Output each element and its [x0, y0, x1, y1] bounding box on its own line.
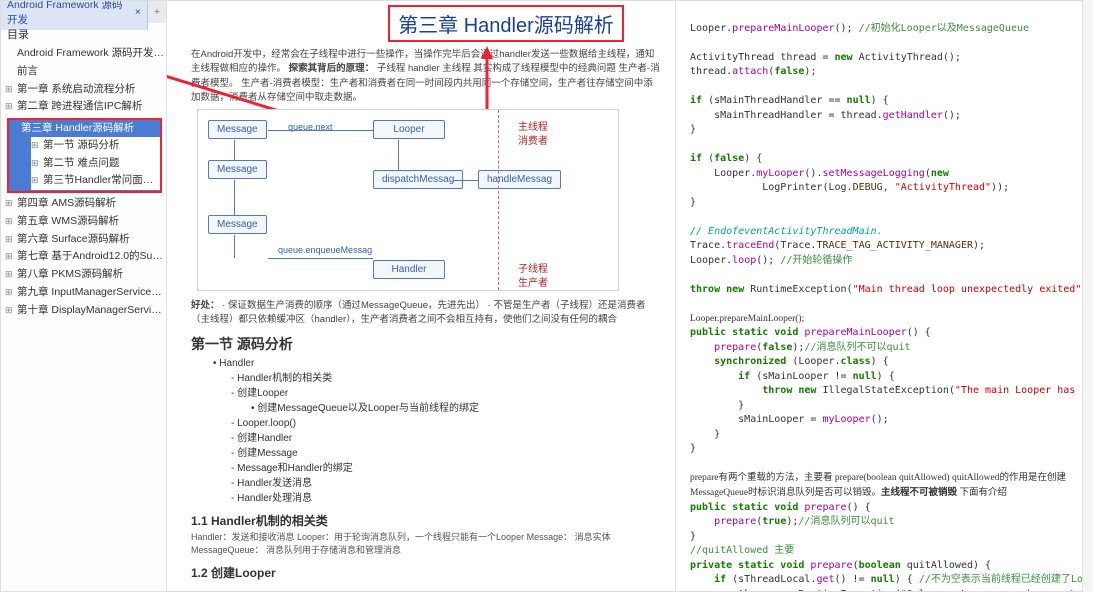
toc-item[interactable]: 第四章 AMS源码解析 [5, 195, 166, 213]
toc-item[interactable]: 第九章 InputManagerService源码解析 [5, 284, 166, 302]
toc-item[interactable]: 前言 [5, 63, 166, 81]
section-title: 第一节 源码分析 [191, 334, 661, 354]
toc-item[interactable]: 第十章 DisplayManagerService源码解析 [5, 302, 166, 320]
toc-subitem[interactable]: 第一节 源码分析 [31, 137, 160, 155]
new-tab-button[interactable]: + [148, 6, 166, 18]
subheading-11-desc: Handler：发送和接收消息 Looper：用于轮询消息队列，一个线程只能有一… [191, 531, 661, 558]
diagram-label-mainthread: 主线程 [518, 118, 548, 133]
toc-item[interactable]: 第七章 基于Android12.0的SurfaceFlinger源 [5, 248, 166, 266]
diagram: Message Message Message Looper dispatchM… [197, 109, 619, 291]
diagram-box-handlemsg: handleMessag [478, 170, 561, 189]
toc-title: 目录 [1, 23, 166, 45]
diagram-box-looper: Looper [373, 120, 445, 139]
doc-panel: 第三章 Handler源码解析 在Android开发中，经常会在子线程中进行一些… [167, 1, 676, 591]
diagram-box-dispatch: dispatchMessag [373, 170, 463, 189]
sidebar: Android Framework 源码开发 × + 目录 Android Fr… [1, 1, 167, 591]
page-title: 第三章 Handler源码解析 [388, 5, 624, 42]
close-icon[interactable]: × [135, 6, 141, 18]
diagram-label-consumer: 消费者 [518, 132, 548, 147]
code-note-2: prepare有两个重载的方法，主要看 prepare(boolean quit… [690, 473, 1066, 498]
intro-text: 在Android开发中，经常会在子线程中进行一些操作，当操作完毕后会通过hand… [191, 48, 661, 105]
doc-notes: 好处： · 保证数据生产消费的顺序（通过MessageQueue，先进先出） ·… [191, 299, 661, 328]
toc-item[interactable]: 第八章 PKMS源码解析 [5, 266, 166, 284]
toc-item[interactable]: 第一章 系统启动流程分析 [5, 81, 166, 99]
diagram-box-handler: Handler [373, 260, 445, 279]
toc-item[interactable]: 第二章 跨进程通信IPC解析 [5, 98, 166, 116]
diagram-label-enqueue: queue.enqueueMessag [278, 245, 372, 255]
bullet-list: • Handler - Handler机制的相关类 - 创建Looper • 创… [201, 356, 661, 506]
toc-tree: Android Framework 源码开发揭秘 前言 第一章 系统启动流程分析… [1, 45, 166, 319]
diagram-label-subthread: 子线程 [518, 260, 548, 275]
code-panel: Looper.prepareMainLooper(); //初始化Looper以… [676, 1, 1092, 591]
toc-chap3-label: 第三章 Handler源码解析 [21, 122, 134, 134]
tab-strip: Android Framework 源码开发 × + [1, 1, 166, 23]
toc-item-chap3[interactable]: 第三章 Handler源码解析 第一节 源码分析 第二节 难点问题 第三节Han… [7, 118, 162, 193]
diagram-box-message: Message [208, 120, 267, 139]
app-root: Android Framework 源码开发 × + 目录 Android Fr… [0, 0, 1093, 592]
diagram-label-producer: 生产者 [518, 274, 548, 289]
toc-item[interactable]: Android Framework 源码开发揭秘 [5, 45, 166, 63]
sidebar-scrollbar[interactable] [1082, 0, 1093, 592]
subheading-12: 1.2 创建Looper [191, 564, 661, 581]
toc-item[interactable]: 第六章 Surface源码解析 [5, 231, 166, 249]
code-note: Looper.prepareMainLooper(); [690, 314, 804, 324]
toc-subitem[interactable]: 第二节 难点问题 [31, 155, 160, 173]
diagram-box-message3: Message [208, 215, 267, 234]
toc-item[interactable]: 第五章 WMS源码解析 [5, 213, 166, 231]
diagram-box-message2: Message [208, 160, 267, 179]
subheading-11: 1.1 Handler机制的相关类 [191, 512, 661, 529]
toc-subitem[interactable]: 第三节Handler常问面试题 [31, 172, 160, 190]
